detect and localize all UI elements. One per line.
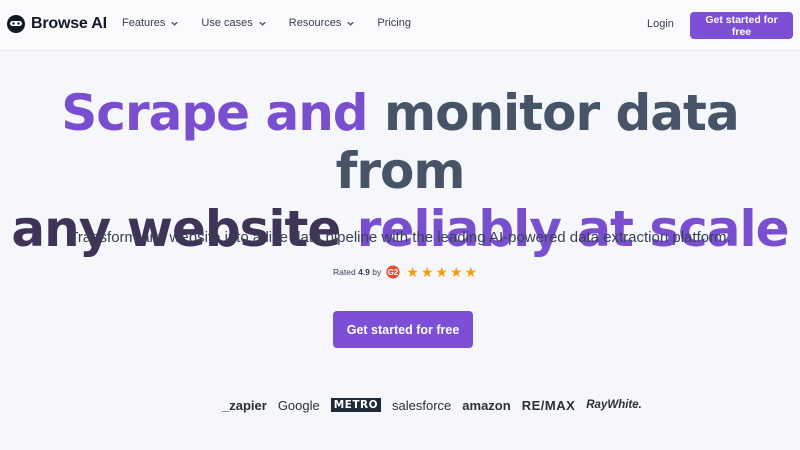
hero-title-highlight: Scrape and — [61, 84, 368, 142]
login-link[interactable]: Login — [647, 18, 674, 30]
brand-name: Browse AI — [31, 15, 107, 32]
nav-pricing-label: Pricing — [377, 17, 411, 29]
star-rating: ★ ★ ★ ★ ★ — [406, 265, 477, 279]
nav-features-label: Features — [122, 17, 166, 29]
robot-icon — [7, 15, 25, 33]
raywhite-logo: RayWhite. — [586, 399, 642, 411]
header-get-started-button[interactable]: Get started for free — [690, 12, 793, 39]
chevron-down-icon — [347, 21, 354, 26]
nav-use-cases-label: Use cases — [201, 17, 253, 29]
chevron-down-icon — [171, 21, 179, 26]
nav-pricing[interactable]: Pricing — [377, 17, 411, 29]
remax-logo: RE/MAX — [521, 397, 576, 413]
svg-text:G2: G2 — [388, 268, 399, 277]
star-icon: ★ — [435, 264, 448, 280]
star-icon: ★ — [420, 264, 434, 280]
nav-use-cases[interactable]: Use cases — [201, 17, 266, 29]
brand-logo[interactable]: Browse AI — [6, 14, 107, 34]
star-icon: ★ — [464, 264, 478, 280]
star-icon: ★ — [449, 264, 463, 280]
chevron-down-icon — [259, 21, 266, 26]
nav-resources[interactable]: Resources — [289, 17, 356, 29]
hero-get-started-button[interactable]: Get started for free — [333, 311, 473, 348]
amazon-logo: amazon — [462, 397, 511, 413]
rating-badge: Rated 4.9 by G2 ★ ★ ★ ★ ★ — [333, 265, 477, 279]
customer-logos: _zapier Google METRO salesforce amazon R… — [222, 396, 653, 414]
zapier-logo: _zapier — [222, 397, 267, 413]
nav-resources-label: Resources — [288, 17, 342, 29]
rating-text: Rated 4.9 by — [333, 267, 381, 277]
hero-subtitle: Transform any website into a live data p… — [69, 229, 731, 246]
hero-title-text: monitor data from — [335, 84, 740, 200]
site-header: Browse AI Features Use cases Resources P… — [0, 0, 800, 51]
rating-value: 4.9 — [358, 267, 370, 277]
rating-suffix: by — [372, 267, 382, 277]
g2-logo-icon: G2 — [386, 265, 400, 279]
metro-logo: METRO — [330, 398, 382, 412]
nav-features[interactable]: Features — [122, 17, 179, 29]
main-nav: Features Use cases Resources Pricing — [122, 17, 433, 29]
google-logo: Google — [277, 397, 320, 413]
star-icon: ★ — [406, 264, 419, 280]
salesforce-logo: salesforce — [392, 397, 452, 413]
rating-prefix: Rated — [333, 267, 356, 277]
